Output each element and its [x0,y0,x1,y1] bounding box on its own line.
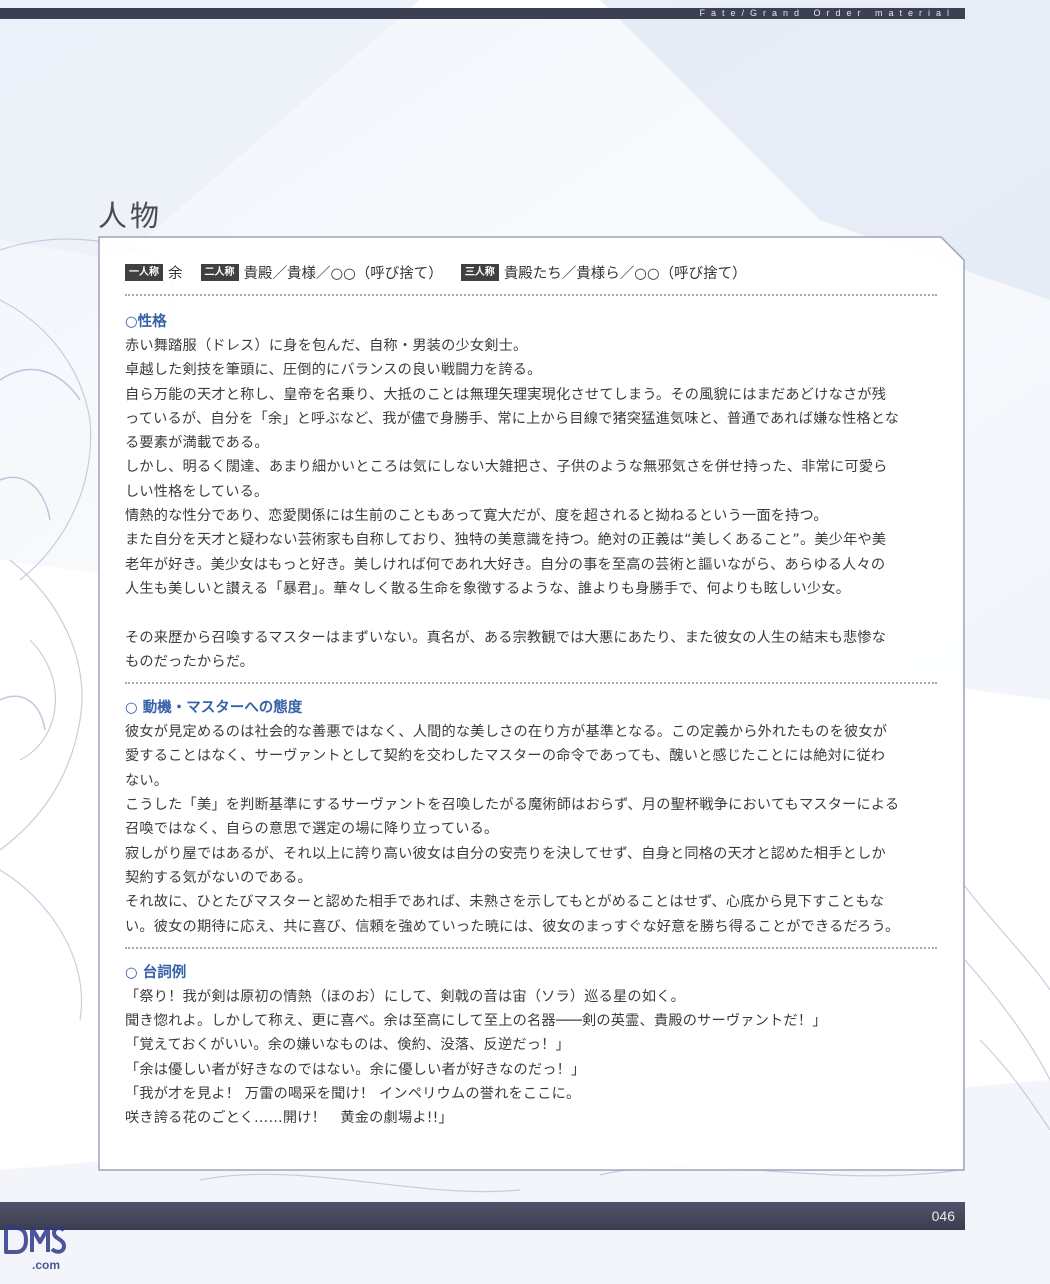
site-watermark-logo: .com [4,1226,66,1272]
text-line: 召喚ではなく、自らの意思で選定の場に降り立っている。 [125,821,499,838]
text-line: 老年が好き。美少女はもっと好き。美しければ何であれ大好き。自分の事を至高の芸術と… [125,556,886,573]
text-line: それ故に、ひとたびマスターと認めた相手であれば、未熟さを示してもとがめることはせ… [125,894,885,911]
character-profile-panel: 一人称 余 二人称 貴殿／貴様／○○（呼び捨て） 三人称 貴殿たち／貴様ら／○○… [98,236,965,1171]
section-title: 人物 [98,199,163,233]
text-line: 人生も美しいと讃える「暴君」。華々しく散る生命を象徴するような、誰よりも身勝手で… [125,580,851,597]
text-line: 卓越した剣技を筆頭に、圧倒的にバランスの良い戦闘力を誇る。 [125,362,542,379]
personality-heading: ○性格 [125,314,167,330]
dotted-divider [125,946,937,949]
panel-content: 一人称 余 二人称 貴殿／貴様／○○（呼び捨て） 三人称 貴殿たち／貴様ら／○○… [125,260,945,1131]
quotes-heading: ○ 台詞例 [125,964,187,981]
motivation-heading: ○ 動機・マスターへの態度 [125,700,303,717]
text-line: 契約する気がないのである。 [125,869,312,886]
quote-line: 「我が才を見よ！ 万雷の喝采を聞け！ インペリウムの誉れをここに。 [125,1086,581,1103]
quote-line: 「祭り！我が剣は原初の情熱（ほのお）にして、剣戟の音は宙（ソラ）巡る星の如く。 [125,988,685,1005]
second-person-label: 二人称 [200,263,239,281]
motivation-text: 彼女が見定めるのは社会的な善悪ではなく、人間的な美しさの在り方が基準となる。この… [125,720,945,939]
pronoun-row: 一人称 余 二人称 貴殿／貴様／○○（呼び捨て） 三人称 貴殿たち／貴様ら／○○… [125,260,945,284]
text-line: その来歴から召喚するマスターはまずいない。真名が、ある宗教観では大悪にあたり、ま… [125,629,887,646]
text-line: い。彼女の期待に応え、共に喜び、信頼を強めていった暁には、彼女のまっすぐな好意を… [125,918,900,935]
page-number: 046 [931,1208,955,1224]
quote-line: 聞き惚れよ。しかして称え、更に喜べ。余は至高にして至上の名器───剣の英霊、貴殿… [125,1013,827,1030]
text-line: 赤い舞踏服（ドレス）に身を包んだ、自称・男装の少女剣士。 [125,338,528,354]
quote-line: 「余は優しい者が好きなのではない。余に優しい者が好きなのだっ！」 [125,1061,586,1078]
personality-text: 赤い舞踏服（ドレス）に身を包んだ、自称・男装の少女剣士。 卓越した剣技を筆頭に、… [125,334,945,674]
text-line: 情熱的な性分であり、恋愛関係には生前のこともあって寛大だが、度を超されると拗ねる… [125,508,828,525]
dotted-divider [125,294,937,296]
text-line: る要素が満載である。 [125,435,269,452]
first-person-value: 余 [168,265,183,282]
text-line: 自ら万能の天才と称し、皇帝を名乗り、大抵のことは無理矢理実現化させてしまう。その… [125,386,887,403]
top-header-bar: Fate/Grand Order material [0,8,965,19]
text-line: こうした「美」を判断基準にするサーヴァントを召喚したがる魔術師はおらず、月の聖杯… [125,797,900,814]
second-person-value: 貴殿／貴様／○○（呼び捨て） [243,265,443,282]
text-line: っているが、自分を「余」と呼ぶなど、我が儘で身勝手、常に上から目線で猪突猛進気味… [125,410,900,427]
first-person-label: 一人称 [125,263,163,281]
text-line: 愛することはなく、サーヴァントとして契約を交わしたマスターの命令であっても、醜い… [125,748,886,765]
quote-line: 「覚えておくがいい。余の嫌いなものは、倹約、没落、反逆だっ！」 [125,1037,570,1054]
quote-line: 咲き誇る花のごとく……開け！ 黄金の劇場よ!!」 [125,1110,453,1127]
dotted-divider [125,682,937,685]
bottom-footer-bar: 046 [0,1202,965,1230]
text-line: 彼女が見定めるのは社会的な善悪ではなく、人間的な美しさの在り方が基準となる。この… [125,724,888,741]
text-line: ない。 [125,772,169,789]
svg-text:.com: .com [32,1258,60,1272]
text-line: ものだったからだ。 [125,653,255,670]
text-line: しい性格をしている。 [125,483,269,500]
series-title: Fate/Grand Order material [699,8,955,18]
third-person-value: 貴殿たち／貴様ら／○○（呼び捨て） [503,265,747,282]
text-line: しかし、明るく闊達、あまり細かいところは気にしない大雑把さ、子供のような無邪気さ… [125,459,888,476]
text-line: また自分を天才と疑わない芸術家も自称しており、独特の美意識を持つ。絶対の正義は“… [125,532,887,549]
third-person-label: 三人称 [460,263,499,281]
quotes-text: 「祭り！我が剣は原初の情熱（ほのお）にして、剣戟の音は宙（ソラ）巡る星の如く。 … [125,985,945,1131]
text-line: 寂しがり屋ではあるが、それ以上に誇り高い彼女は自分の安売りを決してせず、自身と同… [125,845,886,862]
